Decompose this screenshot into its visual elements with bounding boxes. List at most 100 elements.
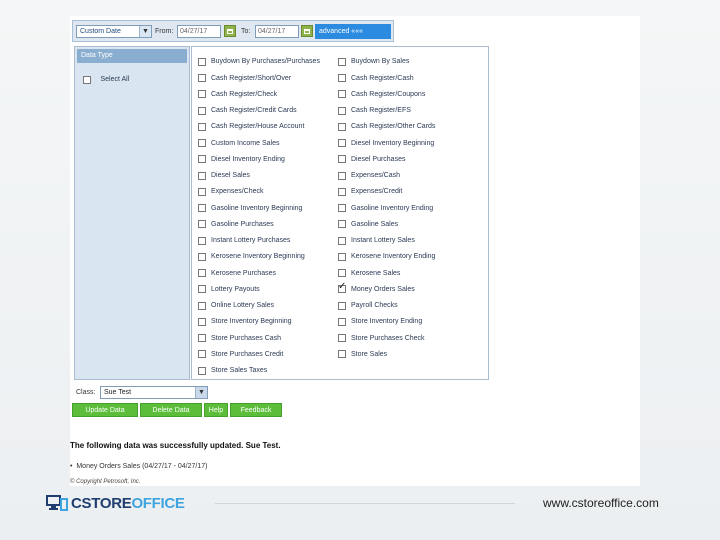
checkbox[interactable]	[198, 187, 206, 196]
help-button[interactable]: Help	[204, 403, 228, 417]
data-type-option[interactable]: Instant Lottery Purchases	[198, 232, 290, 245]
data-type-label: Online Lottery Sales	[211, 302, 275, 310]
data-type-option[interactable]: Instant Lottery Sales	[338, 232, 415, 245]
data-type-option[interactable]: Buydown By Purchases/Purchases	[198, 53, 320, 66]
checkbox[interactable]	[338, 187, 346, 196]
checkbox-checked[interactable]	[338, 281, 346, 294]
checkbox[interactable]	[198, 171, 206, 180]
data-type-option[interactable]: Expenses/Credit	[338, 183, 402, 196]
data-type-option[interactable]: Gasoline Inventory Ending	[338, 199, 433, 213]
data-type-option[interactable]: Diesel Inventory Ending	[198, 151, 285, 164]
feedback-button[interactable]: Feedback	[230, 403, 282, 417]
data-type-option[interactable]: Cash Register/Cash	[338, 69, 414, 83]
checkbox[interactable]	[338, 74, 346, 83]
checkbox[interactable]	[198, 334, 206, 343]
data-type-option[interactable]: Gasoline Sales	[338, 216, 398, 229]
checkbox[interactable]	[83, 75, 91, 84]
data-type-option[interactable]: Cash Register/Coupons	[338, 86, 425, 99]
data-type-label: Store Inventory Beginning	[211, 318, 292, 326]
class-select[interactable]: Sue Test ▼	[100, 386, 208, 399]
data-type-option[interactable]: Online Lottery Sales	[198, 297, 275, 310]
checkbox[interactable]	[338, 220, 346, 229]
data-type-option[interactable]: Store Inventory Beginning	[198, 313, 292, 326]
data-type-option[interactable]: Gasoline Inventory Beginning	[198, 199, 302, 213]
select-all-label: Select All	[100, 76, 130, 84]
data-type-option[interactable]: Kerosene Inventory Ending	[338, 248, 435, 261]
checkbox[interactable]	[198, 74, 206, 83]
checkbox[interactable]	[338, 252, 346, 261]
checkbox[interactable]	[338, 139, 346, 148]
checkbox[interactable]	[198, 220, 206, 229]
data-type-option[interactable]: Cash Register/Short/Over	[198, 69, 291, 83]
checkbox[interactable]	[338, 236, 346, 245]
data-type-option[interactable]: Kerosene Sales	[338, 264, 400, 278]
to-date-input[interactable]: 04/27/17	[255, 25, 299, 38]
data-type-label: Expenses/Cash	[351, 172, 401, 180]
data-type-option[interactable]: Cash Register/Credit Cards	[198, 102, 297, 115]
data-type-option[interactable]: Kerosene Inventory Beginning	[198, 248, 305, 261]
checkbox[interactable]	[338, 204, 346, 213]
data-type-option[interactable]: Diesel Sales	[198, 167, 250, 180]
checkbox[interactable]	[198, 317, 206, 326]
checkbox[interactable]	[338, 155, 346, 164]
chevron-down-icon[interactable]: ▼	[195, 387, 207, 398]
checkbox[interactable]	[338, 317, 346, 326]
calendar-icon[interactable]	[224, 25, 236, 37]
data-type-option[interactable]: Payroll Checks	[338, 297, 398, 310]
checkbox[interactable]	[198, 301, 206, 310]
checkbox[interactable]	[198, 236, 206, 245]
checkbox[interactable]	[198, 204, 206, 213]
data-type-option[interactable]: Store Sales	[338, 346, 387, 359]
checkbox[interactable]	[198, 57, 206, 66]
checkbox[interactable]	[198, 285, 206, 294]
data-type-option[interactable]: Cash Register/House Account	[198, 118, 304, 131]
data-type-label: Instant Lottery Sales	[351, 237, 415, 245]
checkbox[interactable]	[198, 366, 206, 375]
date-range-select[interactable]: Custom Date ▼	[76, 25, 152, 38]
data-type-option[interactable]: Lottery Payouts	[198, 281, 260, 294]
checkbox[interactable]	[198, 269, 206, 278]
checkbox[interactable]	[198, 139, 206, 148]
checkbox[interactable]	[338, 334, 346, 343]
data-type-option[interactable]: Store Purchases Check	[338, 329, 425, 343]
checkbox[interactable]	[338, 301, 346, 310]
calendar-icon[interactable]	[301, 25, 313, 37]
delete-data-button[interactable]: Delete Data	[140, 403, 202, 417]
checkbox[interactable]	[198, 155, 206, 164]
data-type-option[interactable]: Gasoline Purchases	[198, 216, 274, 229]
data-type-option[interactable]: Store Inventory Ending	[338, 313, 422, 326]
data-type-option[interactable]: Custom Income Sales	[198, 134, 279, 148]
data-type-option[interactable]: Diesel Purchases	[338, 151, 405, 164]
checkbox[interactable]	[198, 122, 206, 131]
data-type-option[interactable]: Cash Register/EFS	[338, 102, 411, 115]
select-all-checkbox[interactable]: Select All	[83, 71, 130, 84]
checkbox[interactable]	[338, 57, 346, 66]
checkbox[interactable]	[198, 90, 206, 99]
data-type-label: Buydown By Purchases/Purchases	[211, 58, 320, 66]
checkbox[interactable]	[338, 171, 346, 180]
data-type-option[interactable]: Store Sales Taxes	[198, 362, 267, 375]
data-type-option[interactable]: Diesel Inventory Beginning	[338, 134, 434, 148]
checkbox[interactable]	[338, 269, 346, 278]
advanced-button[interactable]: advanced «««	[315, 24, 391, 39]
update-data-button[interactable]: Update Data	[72, 403, 138, 417]
checkbox[interactable]	[198, 252, 206, 261]
data-type-option[interactable]: Expenses/Check	[198, 183, 264, 196]
data-type-option[interactable]: Buydown By Sales	[338, 53, 409, 66]
data-type-option[interactable]: Store Purchases Cash	[198, 329, 281, 343]
chevron-down-icon[interactable]: ▼	[139, 26, 151, 37]
from-date-input[interactable]: 04/27/17	[177, 25, 221, 38]
checkbox[interactable]	[338, 90, 346, 99]
data-type-option[interactable]: Money Orders Sales	[338, 281, 415, 294]
checkbox[interactable]	[338, 350, 346, 359]
data-type-option[interactable]: Expenses/Cash	[338, 167, 401, 180]
checkbox[interactable]	[338, 106, 346, 115]
data-type-label: Store Purchases Credit	[211, 350, 284, 358]
checkbox[interactable]	[198, 106, 206, 115]
checkbox[interactable]	[198, 350, 206, 359]
data-type-option[interactable]: Store Purchases Credit	[198, 346, 284, 359]
data-type-option[interactable]: Kerosene Purchases	[198, 264, 276, 278]
data-type-option[interactable]: Cash Register/Check	[198, 86, 277, 99]
data-type-option[interactable]: Cash Register/Other Cards	[338, 118, 435, 131]
checkbox[interactable]	[338, 122, 346, 131]
